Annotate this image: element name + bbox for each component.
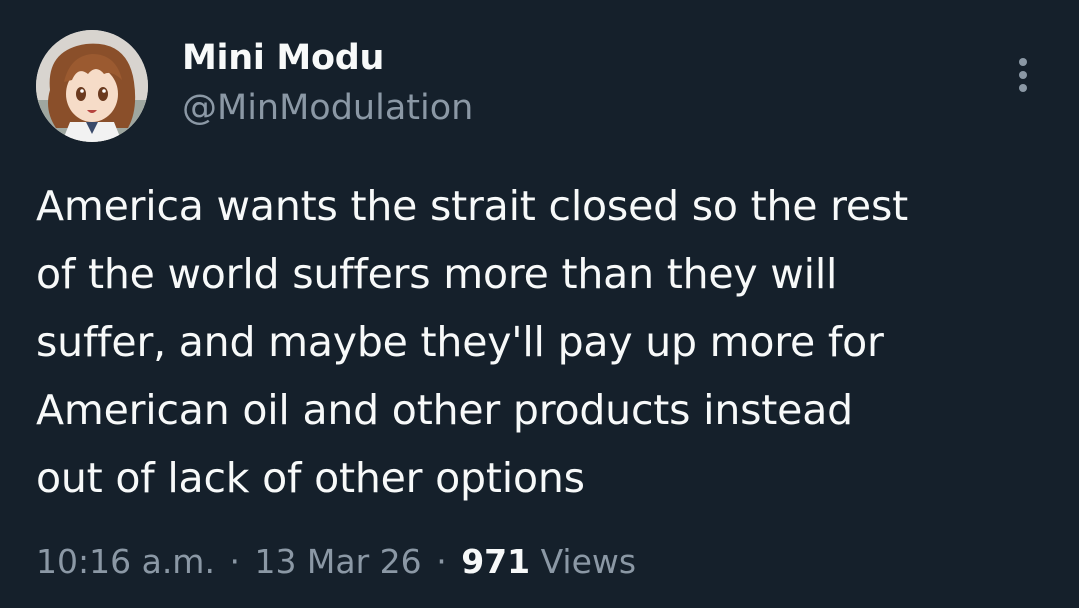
more-options-button[interactable] xyxy=(1008,56,1038,94)
tweet-time[interactable]: 10:16 a.m. xyxy=(36,542,215,581)
more-vertical-icon xyxy=(1019,58,1027,92)
tweet-text-line: suffer, and maybe they'll pay up more fo… xyxy=(36,318,884,366)
tweet-meta: 10:16 a.m. · 13 Mar 26 · 971 Views xyxy=(36,542,636,581)
tweet-text-line: American oil and other products instead xyxy=(36,386,853,434)
views-count[interactable]: 971 xyxy=(461,542,530,581)
views-label: Views xyxy=(540,542,637,581)
tweet-text-line: America wants the strait closed so the r… xyxy=(36,182,908,230)
tweet-date[interactable]: 13 Mar 26 xyxy=(254,542,421,581)
tweet-text: America wants the strait closed so the r… xyxy=(36,172,1046,512)
meta-separator: · xyxy=(436,542,447,581)
tweet-text-line: out of lack of other options xyxy=(36,454,585,502)
avatar[interactable] xyxy=(36,30,148,142)
meta-separator: · xyxy=(229,542,240,581)
anime-girl-avatar-icon xyxy=(36,30,148,142)
tweet-text-line: of the world suffers more than they will xyxy=(36,250,838,298)
author-handle[interactable]: @MinModulation xyxy=(182,88,473,128)
tweet-card: Mini Modu @MinModulation America wants t… xyxy=(0,0,1079,608)
author-display-name[interactable]: Mini Modu xyxy=(182,38,384,78)
